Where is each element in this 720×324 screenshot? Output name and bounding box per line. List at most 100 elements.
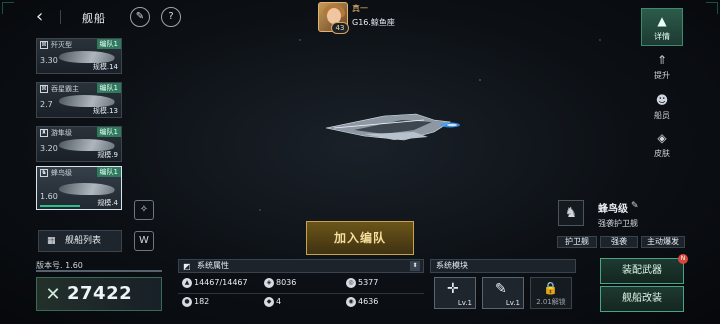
attributes-header: ◩ 系统属性 ⬍ [178,259,424,273]
combat-power-box: ✕ 27422 [36,277,162,311]
ship-name: 吞星霸主 [51,85,79,93]
ship-scale: 规模.4 [97,199,118,207]
fleet-badge: 编队1 [96,83,121,93]
new-badge: N [678,254,688,264]
ship-class-name: 蜂鸟级 [598,204,628,215]
module-slot-1[interactable]: ✛ Lv.1 [434,277,476,309]
attr-value: 4636 [358,297,379,306]
attributes-icon: ◩ [183,262,191,271]
tab-label: 提升 [654,71,670,80]
attr-value: 14467/14467 [194,278,248,287]
lock-icon: 🔒 [543,281,558,295]
attr-speed: ● 182 [180,295,209,309]
ship-tag-1: 护卫舰 [557,236,597,248]
tab-label: 船员 [654,111,670,120]
ship-card-2[interactable]: ⊠ 吞星霸主 编队1 2.7 规模.13 [36,82,122,118]
ship-type-icon: ⊠ [40,85,48,93]
ship-tag-3: 主动爆发 [641,236,685,248]
frame-corner [706,2,718,14]
fleet-badge: 编队1 [96,127,121,137]
attr-slots: ◆ 4 [262,295,281,309]
attr-shield: ◎ 5377 [344,276,378,290]
missile-icon: ✎ [495,281,507,297]
grid-icon: ▦ [47,236,56,246]
attr-armor: ◈ 8036 [262,276,296,290]
page-title: 舰船 [82,12,106,25]
ship-modify-button[interactable]: 舰船改装 [600,286,684,312]
armor-icon: ◈ [264,278,274,288]
shield-icon: ◎ [346,278,356,288]
attr-value: 182 [194,297,210,306]
ship-class-emblem-icon: ♞ [558,200,584,226]
ship-power: 3.30 [40,56,58,65]
ship-type-icon: ♞ [40,169,48,177]
ship-details-icon: ▲ [657,14,667,28]
add-to-fleet-button[interactable]: 加入编队 [306,221,414,255]
modules-title: 系统模块 [430,259,576,273]
ship-list-label: 舰船列表 [65,236,102,246]
attr-value: 5377 [358,278,379,287]
skin-icon: ◈ [657,131,667,145]
crosshair-icon: ✛ [447,281,459,297]
ship-tag-2: 强袭 [600,236,638,248]
speed-icon: ● [182,297,192,307]
rename-button[interactable]: ✎ [130,7,150,27]
ship-list-button[interactable]: ▦ 舰船列表 [38,230,122,252]
tab-upgrade[interactable]: ⇑ 提升 [641,48,683,86]
attributes-divider [178,293,424,294]
ship-thumbnail [56,183,118,195]
ship-type-icon: ⊠ [40,41,48,49]
ship-name: 游隼级 [51,129,72,137]
top-bar: ‹ 舰船 ✎ ? 43 真一 G16.鲸鱼座 [0,0,720,34]
module-unlock-label: 2.01解锁 [536,298,566,306]
tab-label: 皮肤 [654,149,670,158]
ship-name: 蜂鸟级 [51,169,72,177]
module-level: Lv.1 [457,299,472,307]
ship-card-1[interactable]: ⊠ 歼灭型 编队1 3.30 规模.14 [36,38,122,74]
ship-model [325,113,460,141]
player-level-badge: 43 [331,22,349,34]
system-attributes-panel: ◩ 系统属性 ⬍ ▲ 14467/14467 ◈ 8036 ◎ 5377 ● 1… [178,259,424,313]
player-name: 真一 [352,4,368,13]
tab-details[interactable]: ▲ 详情 [641,8,683,46]
fleet-badge: 编队1 [96,39,121,49]
attr-value: 4 [276,297,282,306]
attributes-dropdown-icon[interactable]: ⬍ [410,261,420,271]
firepower-icon: ◉ [346,297,356,307]
attr-hp: ▲ 14467/14467 [180,276,248,290]
upgrade-icon: ⇑ [656,53,668,67]
ship-name: 歼灭型 [51,41,72,49]
ship-class-subtitle: 强袭护卫舰 [598,219,638,228]
ship-scale: 规模.14 [92,63,118,71]
slots-icon: ◆ [264,297,274,307]
fleet-formation-button[interactable]: ✧ [134,200,154,220]
crossed-swords-icon: ✕ [45,284,61,305]
module-slot-2[interactable]: ✎ Lv.1 [482,277,524,309]
tab-label: 详情 [654,32,670,41]
ship-scale: 规模.9 [97,151,118,159]
version-label: 版本号. 1.60 [36,260,162,272]
ship-type-icon: ♜ [40,129,48,137]
fleet-type-button[interactable]: W [134,231,154,251]
module-level: Lv.1 [505,299,520,307]
player-location: G16.鲸鱼座 [352,18,395,27]
crew-icon: ☻ [655,93,669,107]
help-button[interactable]: ? [161,7,181,27]
fleet-badge: 编队1 [96,167,121,177]
back-arrow-icon[interactable]: ‹ [36,8,56,26]
edit-icon[interactable]: ✎ [631,201,639,211]
ship-power: 3.20 [40,144,58,153]
ship-card-4-selected[interactable]: ♞ 蜂鸟级 编队1 1.60 规模.4 [36,166,122,210]
hp-icon: ▲ [182,278,192,288]
ship-power: 2.7 [40,100,53,109]
equip-weapons-button[interactable]: 装配武器 [600,258,684,284]
attributes-title: 系统属性 [197,261,229,270]
module-slot-3-locked[interactable]: 🔒 2.01解锁 [530,277,572,309]
ship-power: 1.60 [40,192,58,201]
frame-corner [2,2,14,14]
attr-firepower: ◉ 4636 [344,295,378,309]
system-modules-panel: 系统模块 ✛ Lv.1 ✎ Lv.1 🔒 2.01解锁 [430,259,576,313]
tab-skin[interactable]: ◈ 皮肤 [641,126,683,164]
tab-crew[interactable]: ☻ 船员 [641,88,683,126]
ship-card-3[interactable]: ♜ 游隼级 编队1 3.20 规模.9 [36,126,122,162]
